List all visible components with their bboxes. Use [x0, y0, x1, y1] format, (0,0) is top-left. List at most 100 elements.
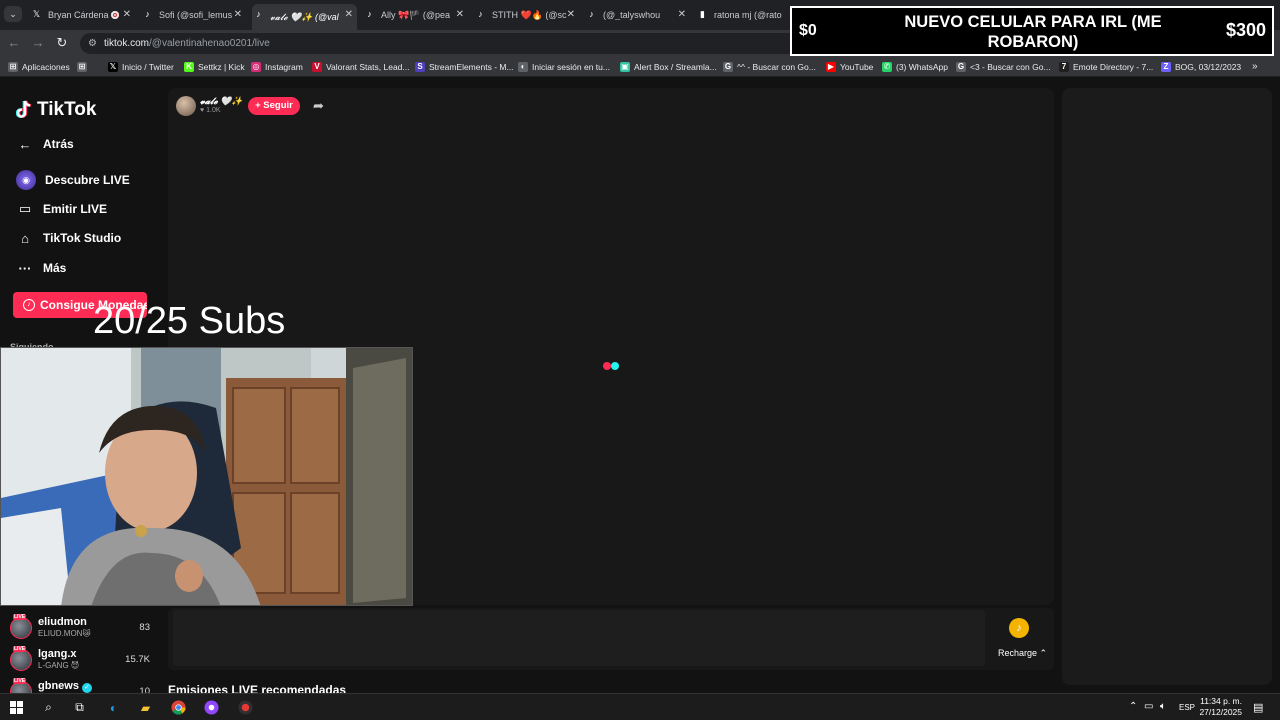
goal-target-amount: $300	[1225, 20, 1266, 40]
user-nickname: ELIUD.MON😿	[38, 629, 91, 638]
user-avatar[interactable]: LIVE	[10, 614, 32, 639]
follow-button[interactable]: + Seguir	[248, 97, 300, 115]
nav-back[interactable]: ← Atrás	[16, 135, 74, 153]
instagram-icon: ◎	[251, 61, 261, 72]
live-badge: LIVE	[13, 614, 27, 620]
bookmark-label: Iniciar sesión en tu...	[532, 61, 610, 72]
tiktok-logo[interactable]: TikTok	[16, 99, 96, 121]
tab-title: Bryan Cárdena	[48, 10, 109, 20]
host-avatar[interactable]	[176, 96, 196, 116]
obs-icon[interactable]	[237, 699, 254, 716]
task-view-icon[interactable]: ⧉	[71, 699, 88, 716]
browser-tab[interactable]: 𝕏 Bryan Cárdena ✕	[30, 4, 135, 26]
bookmark-item[interactable]: Z BOG, 03/12/2023	[1161, 60, 1241, 73]
close-tab-icon[interactable]: ✕	[456, 9, 464, 20]
bookmark-item[interactable]: ◐ Iniciar sesión en tu...	[518, 60, 610, 73]
share-icon[interactable]: ➦	[313, 98, 324, 114]
close-tab-icon[interactable]: ✕	[678, 9, 686, 20]
user-avatar[interactable]: LIVE	[10, 646, 32, 671]
bookmark-item[interactable]: 𝕏 Inicio / Twitter	[108, 60, 174, 73]
user-name[interactable]: eliudmon	[38, 616, 87, 628]
user-name[interactable]: gbnews ✓	[38, 680, 93, 693]
browser-tab[interactable]: ▮ratona mj (@rato✕	[696, 4, 801, 26]
bookmark-label: Inicio / Twitter	[122, 61, 174, 72]
goal-title: NUEVO CELULAR PARA IRL (ME ROBARON)	[904, 13, 1162, 51]
user-name[interactable]: lgang.x	[38, 648, 77, 660]
nav-discover-live[interactable]: ◉ Descubre LIVE	[16, 170, 130, 190]
recording-indicator-icon	[111, 11, 119, 19]
bookmark-label: Settkz | Kick	[198, 61, 245, 72]
bookmark-item[interactable]: ◎ Instagram	[251, 60, 303, 73]
chrome-icon[interactable]	[170, 699, 187, 716]
donation-goal-overlay: $0 NUEVO CELULAR PARA IRL (ME ROBARON) $…	[790, 6, 1274, 56]
nav-tiktok-studio[interactable]: ⌂ TikTok Studio	[16, 229, 121, 247]
url-path: /@valentinahenao0201/live	[149, 38, 270, 49]
notifications-icon[interactable]: ▤	[1253, 701, 1263, 714]
recharge-coin-icon[interactable]: ♪	[1009, 618, 1029, 638]
bookmarks-bar: ⊞ Aplicaciones ⊞ 𝕏 Inicio / Twitter K Settkz |…	[0, 56, 1280, 77]
following-user-row[interactable]: LIVE gbnews ✓ 10	[10, 678, 152, 693]
forward-arrow-icon[interactable]: →	[30, 35, 46, 51]
tiktok-icon: ♪	[256, 9, 261, 19]
bookmark-item[interactable]: ▣ Alert Box / Streamla...	[620, 60, 717, 73]
live-badge: LIVE	[13, 678, 27, 684]
tab-title: ratona mj (@rato	[714, 10, 782, 20]
browser-tab[interactable]: ♪ 𝓿𝓪𝓵𝓮 🤍✨ (@val ✕	[252, 4, 357, 30]
network-icon[interactable]: ▭	[1144, 701, 1153, 712]
bookmark-item[interactable]: ⊞	[77, 60, 91, 73]
address-bar[interactable]: ⚙ tiktok.com/@valentinahenao0201/live	[80, 33, 840, 54]
bookmark-item[interactable]: S StreamElements - M...	[415, 60, 514, 73]
twitch-studio-icon[interactable]	[203, 699, 220, 716]
kick-icon: K	[184, 61, 194, 72]
bookmark-label: Alert Box / Streamla...	[634, 61, 717, 72]
volume-icon[interactable]: 🔈︎	[1160, 701, 1166, 712]
browser-tab[interactable]: ♪ Sofi (@sofi_lemus ✕	[141, 4, 246, 26]
bookmark-item[interactable]: K Settkz | Kick	[184, 60, 245, 73]
bookmark-item[interactable]: G <3 - Buscar con Go...	[956, 60, 1051, 73]
bookmark-item[interactable]: V Valorant Stats, Lead...	[312, 60, 409, 73]
close-tab-icon[interactable]: ✕	[234, 9, 242, 20]
close-tab-icon[interactable]: ✕	[567, 9, 575, 20]
bookmark-item[interactable]: ▶ YouTube	[826, 60, 873, 73]
bookmark-item[interactable]: ⊞ Aplicaciones	[8, 60, 70, 73]
bookmark-item[interactable]: 7 Emote Directory - 7...	[1059, 60, 1153, 73]
following-user-row[interactable]: LIVE eliudmon ELIUD.MON😿 83	[10, 614, 152, 641]
more-bookmarks-icon[interactable]: »	[1252, 60, 1258, 73]
tiktok-icon: ♪	[145, 9, 150, 19]
valorant-icon: V	[312, 61, 322, 72]
bookmark-item[interactable]: ✆ (3) WhatsApp	[882, 60, 948, 73]
edge-icon[interactable]: ◐	[105, 699, 122, 716]
host-info[interactable]: 𝓿𝓪𝓵𝓮 🤍✨ ♥ 1.0K	[176, 96, 242, 116]
site-info-icon[interactable]: ⚙	[88, 33, 97, 54]
browser-tab[interactable]: ♪ STITH ❤️🔥 (@sc ✕	[474, 4, 579, 26]
recharge-button[interactable]: Recharge ⌃	[998, 648, 1047, 659]
back-arrow-icon[interactable]: ←	[6, 35, 22, 51]
close-tab-icon[interactable]: ✕	[123, 9, 131, 20]
apps-grid-icon: ⊞	[8, 61, 18, 72]
following-user-row[interactable]: LIVE lgang.x L-GANG 😈 15.7K	[10, 646, 152, 673]
user-avatar[interactable]: LIVE	[10, 678, 32, 693]
nav-more[interactable]: ··· Más	[16, 259, 67, 277]
subs-counter: 20/25 Subs	[93, 300, 286, 342]
host-name[interactable]: 𝓿𝓪𝓵𝓮 🤍✨	[200, 96, 242, 106]
clock[interactable]: 11:34 p. m. 27/12/2025	[1198, 696, 1242, 718]
reload-icon[interactable]: ↻	[54, 35, 70, 51]
browser-tab[interactable]: ♪ Ally 🎀🏴 (@pea ✕	[363, 4, 468, 26]
nav-discover-label: Descubre LIVE	[45, 173, 130, 187]
close-tab-icon[interactable]: ✕	[345, 9, 353, 20]
goal-current-amount: $0	[799, 22, 817, 39]
file-explorer-icon[interactable]: ▰	[137, 699, 154, 716]
bookmark-item[interactable]: G ^^ - Buscar con Go...	[723, 60, 816, 73]
home-studio-icon: ⌂	[21, 230, 29, 246]
ellipsis-icon: ···	[18, 260, 32, 276]
language-indicator[interactable]: ESP	[1179, 703, 1195, 712]
nav-go-live[interactable]: ▭ Emitir LIVE	[16, 200, 107, 218]
search-icon[interactable]: ⌕	[40, 699, 57, 716]
loader-dot-cyan	[611, 362, 619, 370]
kick-icon: ▮	[700, 9, 705, 19]
tray-overflow-icon[interactable]: ⌃	[1129, 701, 1137, 712]
browser-tab[interactable]: ♪ (@_talyswhou ✕	[585, 4, 690, 26]
chat-input[interactable]	[173, 610, 985, 666]
tab-search-dropdown-icon[interactable]: ⌄	[4, 6, 22, 22]
windows-start-icon[interactable]	[8, 699, 25, 716]
